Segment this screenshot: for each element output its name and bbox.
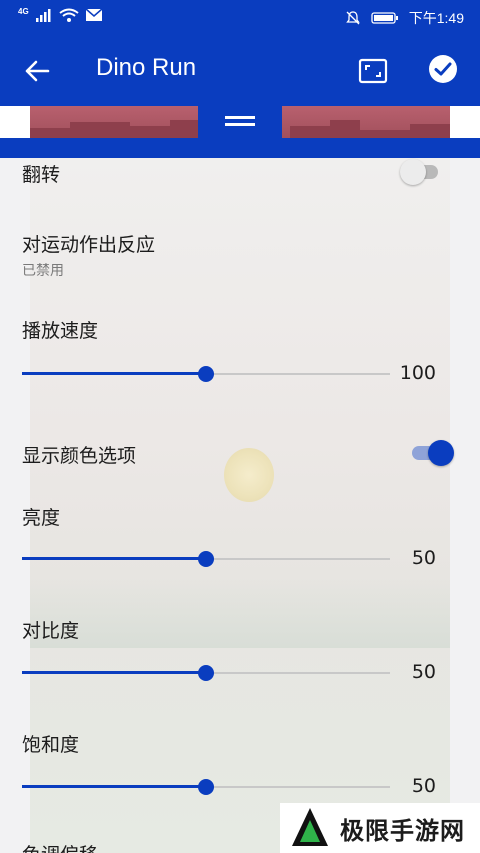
color-options-toggle-thumb (428, 440, 454, 466)
color-options-label: 显示颜色选项 (22, 445, 137, 467)
flip-label: 翻转 (22, 164, 61, 186)
slider-fill (22, 372, 206, 375)
saturation-value: 50 (411, 775, 436, 797)
check-circle-icon (429, 55, 457, 83)
saturation-label: 饱和度 (22, 734, 80, 756)
motion-label[interactable]: 对运动作出反应 (22, 230, 155, 257)
signal-icon (35, 9, 51, 22)
back-button[interactable] (20, 54, 54, 88)
game-background (30, 158, 450, 853)
flip-toggle-thumb (400, 159, 426, 185)
battery-icon (371, 12, 398, 24)
slider-fill (22, 557, 206, 560)
hue-shift-label: 色调偏移 (22, 840, 98, 853)
drag-handle-icon (225, 116, 255, 126)
slider-knob[interactable] (198, 551, 214, 567)
watermark-text: 极限手游网 (340, 816, 465, 845)
color-options-toggle[interactable] (410, 439, 454, 466)
contrast-value: 50 (411, 661, 436, 683)
fullscreen-button[interactable] (356, 54, 390, 88)
slider-knob[interactable] (198, 366, 214, 382)
contrast-label: 对比度 (22, 620, 80, 642)
bell-off-icon (345, 11, 360, 25)
background-trees (30, 578, 450, 648)
watermark-badge: 极限手游网 (280, 803, 480, 853)
status-left: 4G (18, 6, 103, 22)
brightness-slider[interactable] (22, 549, 390, 569)
settings-panel[interactable]: 翻转 对运动作出反应 已禁用 播放速度 100 显示颜色选项 亮度 50 对比度… (0, 158, 480, 853)
flip-toggle[interactable] (400, 158, 444, 185)
arrow-left-icon (25, 60, 50, 82)
toolbar: Dino Run (0, 34, 480, 106)
network-type: 4G (18, 6, 29, 16)
brightness-value: 50 (411, 547, 436, 569)
slider-knob[interactable] (198, 665, 214, 681)
fullscreen-icon (358, 58, 388, 84)
contrast-slider[interactable] (22, 663, 390, 683)
motion-status: 已禁用 (22, 263, 64, 279)
status-right: 下午1:49 (345, 8, 464, 28)
status-bar: 4G 下午1:49 (0, 0, 480, 34)
speed-label: 播放速度 (22, 320, 99, 342)
brightness-label: 亮度 (22, 507, 61, 529)
slider-knob[interactable] (198, 779, 214, 795)
speed-value: 100 (399, 362, 436, 384)
mail-icon (85, 8, 103, 21)
wifi-icon (59, 8, 79, 22)
drag-handle[interactable] (198, 102, 282, 140)
saturation-slider[interactable] (22, 777, 390, 797)
confirm-button[interactable] (427, 53, 459, 85)
watermark-logo (292, 808, 328, 846)
slider-fill (22, 671, 206, 674)
page-title: Dino Run (96, 54, 197, 81)
speed-slider[interactable] (22, 364, 390, 384)
slider-fill (22, 785, 206, 788)
clock: 下午1:49 (408, 10, 464, 26)
panel-divider (0, 138, 480, 158)
coin-image (224, 448, 274, 502)
